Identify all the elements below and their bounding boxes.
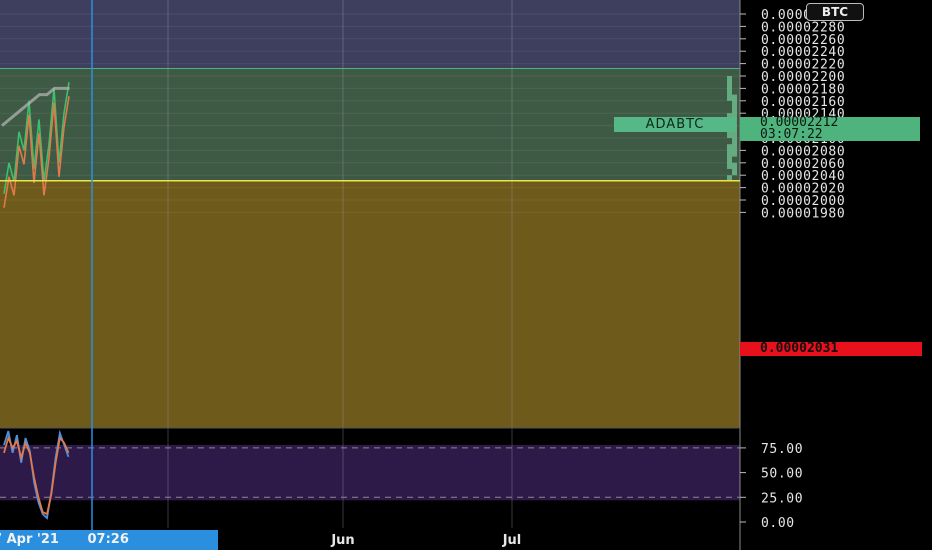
current-price-tag: 0.00002031 [740,342,922,356]
last-price-tag: 0.00002212 03:07:22 [740,116,920,142]
time-tick-label: Jun [330,533,354,548]
chart-zones [0,0,740,528]
oscillator-tick-label: 50.00 [761,467,803,482]
crosshair-time-label: 7 Apr '21 07:26 [0,530,218,550]
candle [727,144,732,169]
currency-badge[interactable]: BTC [806,3,864,21]
symbol-tag: ADABTC [614,117,736,132]
upper-zone [0,0,740,69]
oscillator-tick-label: 0.00 [761,516,795,531]
candle [727,76,732,101]
time-axis: Jun Jul [330,533,521,548]
oscillator-tick-label: 25.00 [761,491,803,506]
oscillator-band [0,444,740,501]
time-tick-label: Jul [502,533,522,548]
oscillator-axis: 75.00 50.00 25.00 0.00 [740,442,803,531]
crosshair-clock: 07:26 [87,532,129,547]
crosshair-date: 7 Apr '21 [0,532,59,547]
countdown-value: 03:07:22 [760,127,823,142]
oscillator-tick-label: 75.00 [761,442,803,457]
candle [732,162,737,176]
stop-zone [0,180,740,428]
price-tick-label: 0.00001980 [761,206,845,221]
chart-canvas[interactable]: 0.000023000.000022800.000022600.00002240… [0,0,932,550]
